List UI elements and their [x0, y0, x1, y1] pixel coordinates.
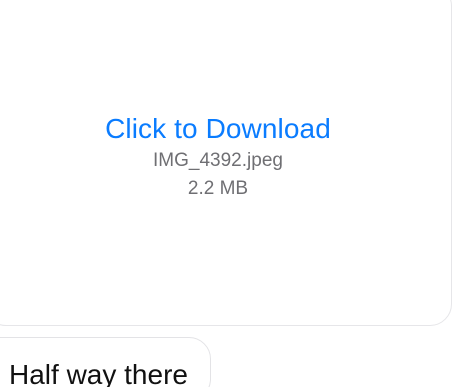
file-attachment-bubble[interactable]: Click to Download IMG_4392.jpeg 2.2 MB [0, 0, 452, 326]
file-name: IMG_4392.jpeg [153, 150, 283, 171]
message-text: Half way there [9, 359, 188, 387]
chat-view: Click to Download IMG_4392.jpeg 2.2 MB H… [0, 0, 453, 387]
download-link[interactable]: Click to Download [105, 112, 331, 146]
file-size: 2.2 MB [187, 178, 249, 199]
message-bubble[interactable]: Half way there [0, 337, 211, 387]
attachment-details: Click to Download IMG_4392.jpeg 2.2 MB [105, 108, 331, 202]
